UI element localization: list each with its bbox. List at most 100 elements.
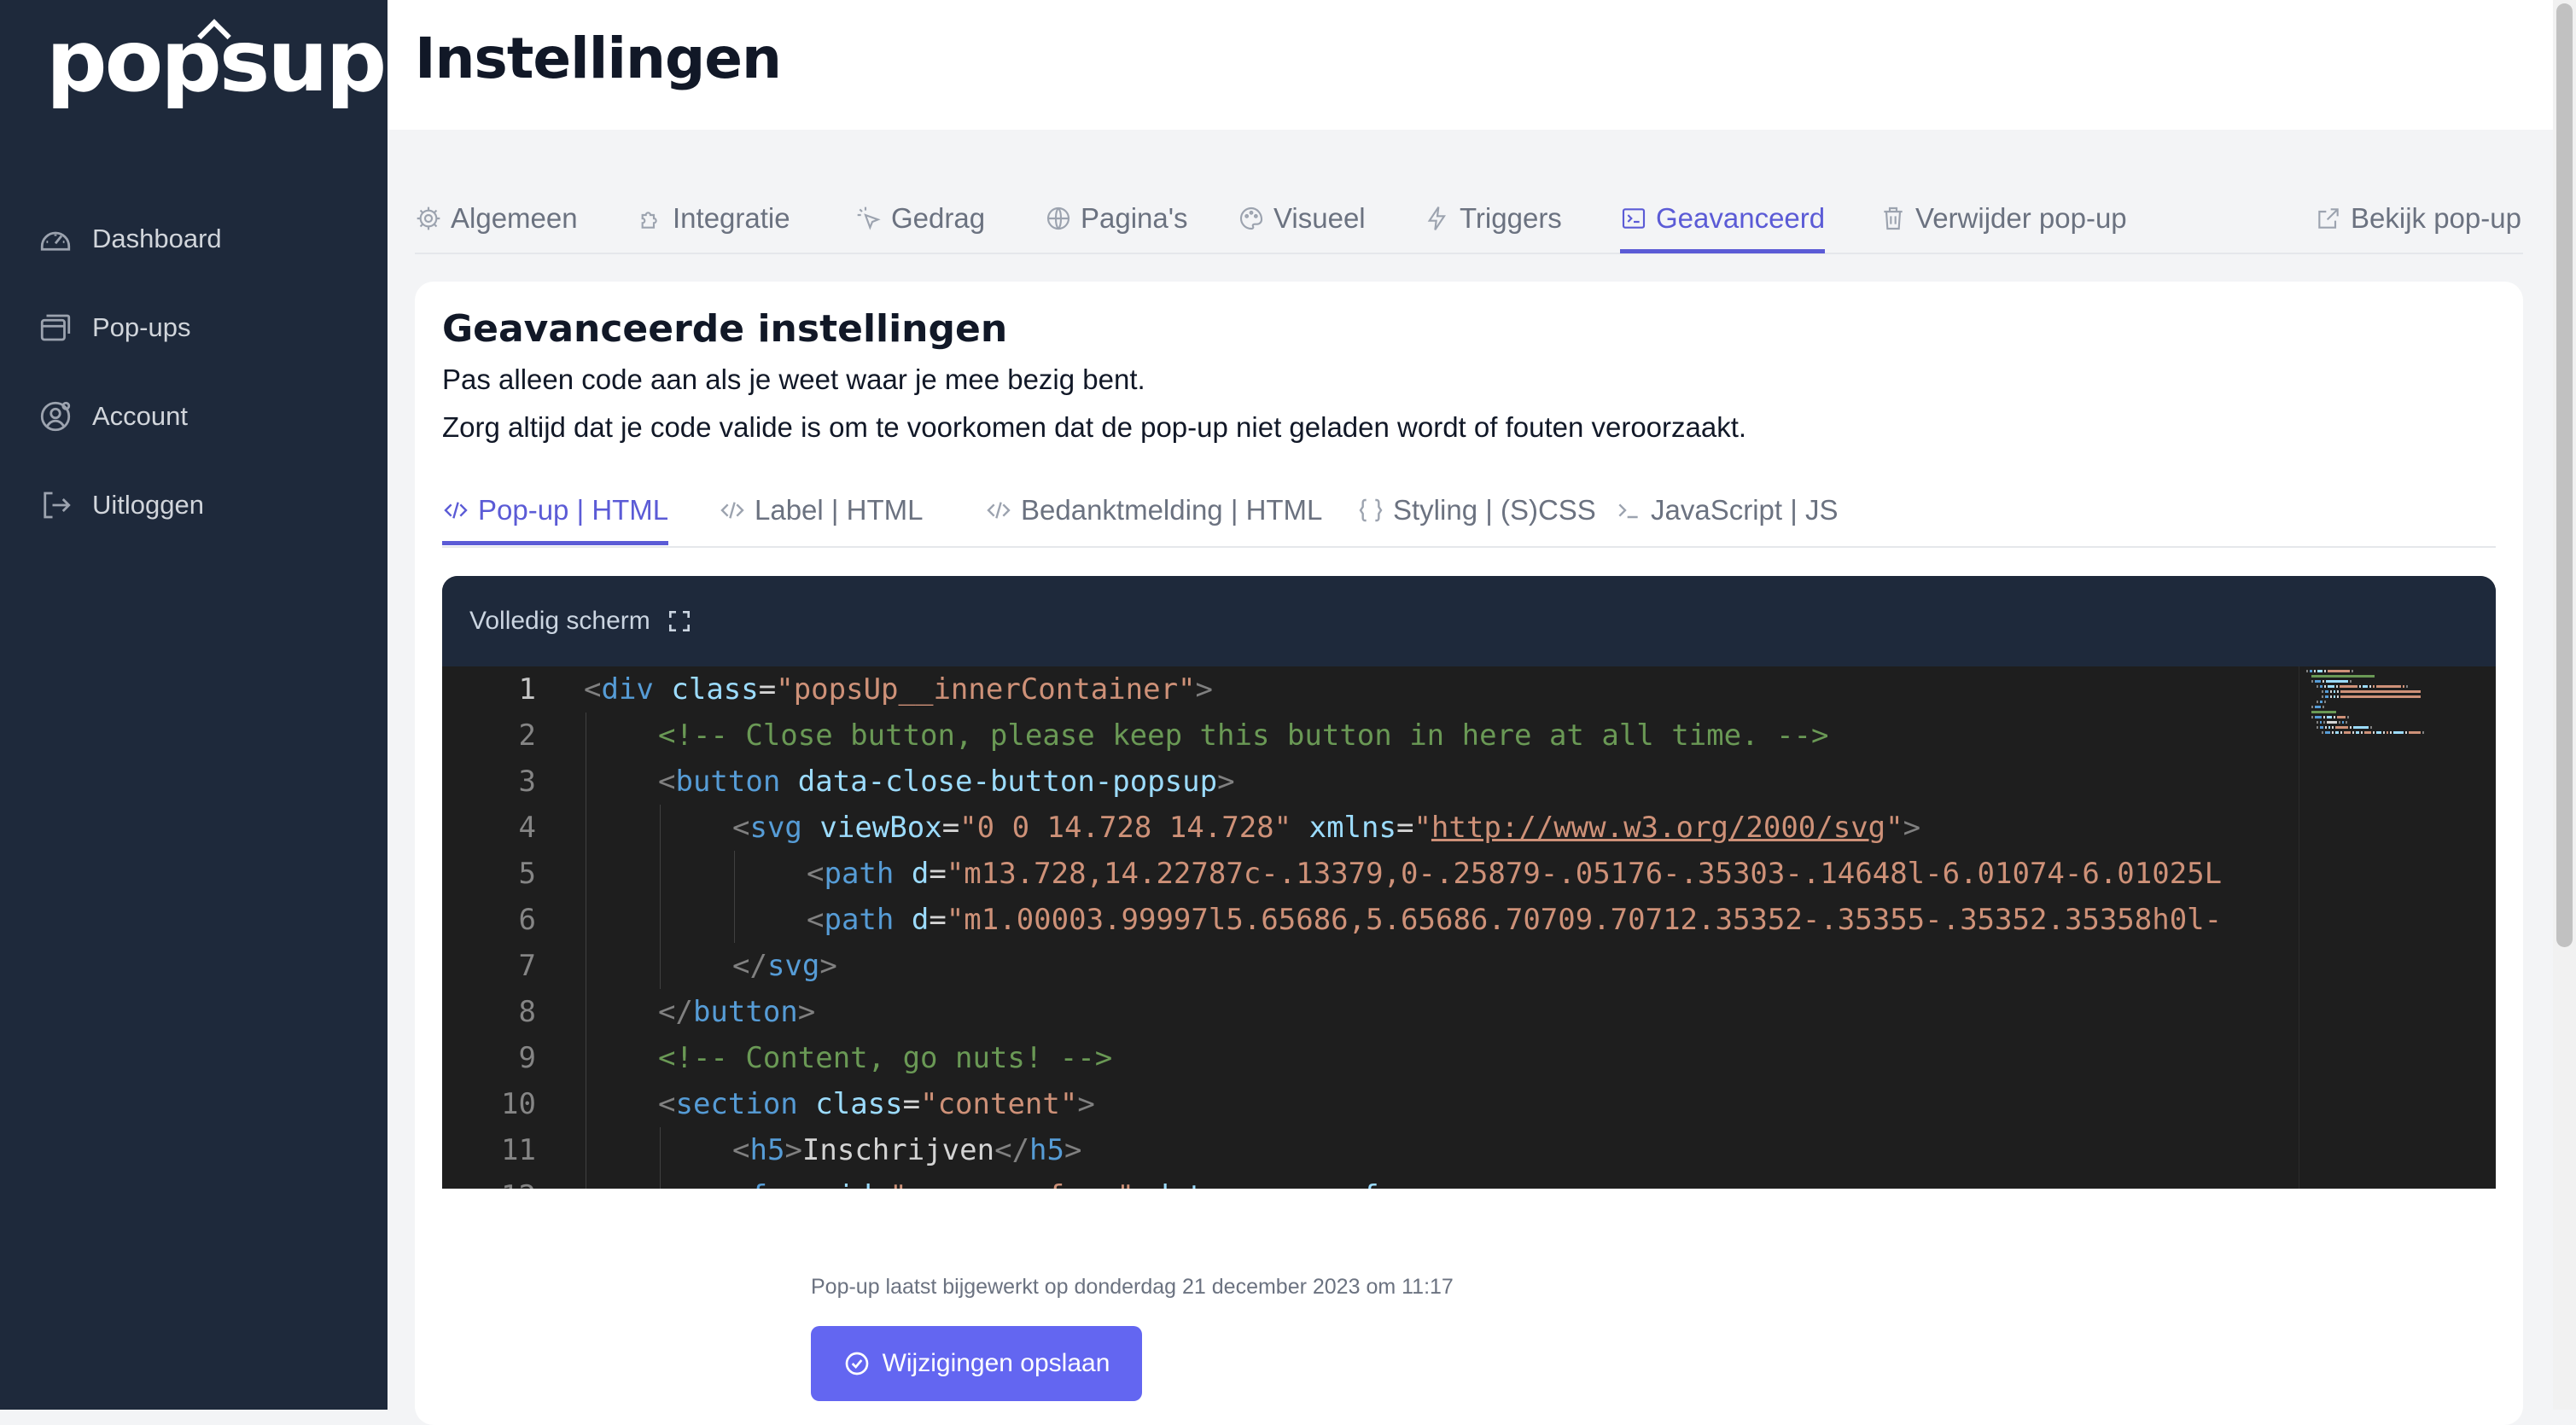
minimap-stroke [2332, 726, 2334, 729]
view-popup-link[interactable]: Bekijk pop-up [2315, 188, 2521, 249]
sidebar-item-account[interactable]: Account [0, 372, 388, 461]
indent-guide [660, 805, 661, 851]
minimap-stroke [2364, 731, 2371, 734]
code-token: > [1064, 1133, 1082, 1167]
minimap-stroke [2320, 726, 2323, 729]
last-updated-text: Pop-up laatst bijgewerkt op donderdag 21… [811, 1275, 1454, 1299]
minimap-stroke [2332, 731, 2334, 734]
minimap-stroke [2325, 731, 2330, 734]
code-line[interactable]: 1 <div class="popsUp__innerContainer"> [442, 666, 2496, 712]
code-token: d [911, 903, 930, 937]
code-area[interactable]: 1 <div class="popsUp__innerContainer"> 2 <!… [442, 666, 2496, 1189]
sidebar: popsup Dashboard Pop-ups Account Uitlogg… [0, 0, 388, 1410]
minimap-stroke [2383, 731, 2385, 734]
tab-label: Bekijk pop-up [2351, 202, 2521, 234]
tab-label: Integratie [673, 202, 790, 234]
scrollbar-thumb[interactable] [2556, 3, 2573, 947]
indent-guide [660, 1173, 661, 1189]
card-description-2: Zorg altijd dat je code valide is om te … [442, 411, 1747, 443]
minimap-stroke [2330, 695, 2332, 698]
code-token: < [732, 1179, 749, 1189]
sidebar-item-dashboard[interactable]: Dashboard [0, 195, 388, 283]
code-token: < [732, 1133, 750, 1167]
minimap-stroke [2342, 721, 2344, 724]
code-icon [720, 502, 744, 519]
minimap-stroke [2322, 706, 2324, 708]
code-text: <!-- Close button, please keep this butt… [658, 712, 1828, 759]
indent-guide [734, 897, 735, 943]
subtab-popup-html[interactable]: Pop-up | HTML [442, 480, 669, 545]
code-line[interactable]: 6 <path d="m1.00003.99997l5.65686,5.65686… [442, 897, 2496, 943]
code-line[interactable]: 9 <!-- Content, go nuts! --> [442, 1035, 2496, 1081]
minimap-stroke [2350, 726, 2352, 729]
subtab-javascript[interactable]: JavaScript | JS [1615, 480, 1838, 541]
tab-paginas[interactable]: Pagina's [1045, 188, 1188, 249]
code-line[interactable]: 2 <!-- Close button, please keep this but… [442, 712, 2496, 759]
code-token: > [819, 949, 837, 983]
code-token: > [1217, 765, 1235, 799]
save-changes-button[interactable]: Wijzigingen opslaan [811, 1326, 1142, 1401]
code-token: < [732, 811, 750, 845]
minimap-stroke [2346, 721, 2347, 724]
fullscreen-icon[interactable] [666, 608, 693, 635]
code-token: h5 [749, 1133, 785, 1167]
code-line[interactable]: 3 <button data-close-button-popsup> [442, 759, 2496, 805]
code-token: button [692, 995, 798, 1029]
header: Instellingen [388, 0, 2553, 130]
code-line[interactable]: 5 <path d="m13.728,14.22787c-.13379,0-.25… [442, 851, 2496, 897]
editor-minimap[interactable] [2299, 666, 2496, 1189]
code-token: class [815, 1087, 903, 1121]
minimap-stroke [2310, 670, 2312, 672]
minimap-stroke [2353, 726, 2369, 729]
sidebar-item-popups[interactable]: Pop-ups [0, 283, 388, 372]
tab-triggers[interactable]: Triggers [1424, 188, 1562, 249]
minimap-stroke [2350, 680, 2352, 683]
minimap-stroke [2334, 695, 2335, 698]
minimap-stroke [2330, 690, 2332, 693]
minimap-stroke [2320, 721, 2322, 724]
tab-algemeen[interactable]: Algemeen [415, 188, 578, 249]
code-token: http://www.w3.org/2000/svg [1431, 811, 1886, 845]
code-token: > [1077, 1087, 1095, 1121]
code-token: "popsUp__innerContainer" [776, 672, 1196, 707]
code-line[interactable]: 10 <section class="content"> [442, 1081, 2496, 1127]
code-token: " [1885, 811, 1903, 845]
tab-visueel[interactable]: Visueel [1238, 188, 1366, 249]
tab-label: Verwijder pop-up [1915, 202, 2127, 234]
palette-icon [1239, 206, 1263, 230]
subtab-label-html[interactable]: Label | HTML [719, 480, 923, 541]
minimap-stroke [2356, 731, 2359, 734]
tab-integratie[interactable]: Integratie [637, 188, 790, 249]
minimap-stroke [2325, 726, 2327, 729]
tab-gedrag[interactable]: Gedrag [855, 188, 985, 249]
fullscreen-label[interactable]: Volledig scherm [469, 607, 650, 636]
minimap-stroke [2406, 685, 2408, 688]
minimap-stroke [2376, 731, 2381, 734]
line-number: 3 [518, 765, 536, 799]
sidebar-item-logout[interactable]: Uitloggen [0, 461, 388, 550]
code-line[interactable]: 7 </svg> [442, 943, 2496, 989]
line-number: 1 [518, 672, 536, 707]
minimap-stroke [2376, 685, 2401, 688]
tab-geavanceerd[interactable]: Geavanceerd [1620, 188, 1826, 253]
terminal-icon [1618, 503, 1638, 519]
line-number: 11 [501, 1133, 536, 1167]
page-scrollbar[interactable] [2553, 0, 2576, 1410]
tab-verwijder[interactable]: Verwijder pop-up [1880, 188, 2127, 249]
code-line[interactable]: 12 <form id="popsup__form" data-popsup-fo… [442, 1173, 2496, 1189]
code-text: <h5>Inschrijven</h5> [732, 1127, 1081, 1173]
code-editor[interactable]: Volledig scherm 1 <div class="popsUp__inn… [442, 576, 2496, 1189]
minimap-stroke [2340, 695, 2421, 698]
minimap-stroke [2311, 675, 2375, 678]
subtab-thanks-html[interactable]: Bedanktmelding | HTML [985, 480, 1322, 541]
code-token: class [671, 672, 759, 707]
code-token: <!-- Content, go nuts! --> [658, 1041, 1113, 1075]
code-text: <div class="popsUp__innerContainer"> [584, 666, 1213, 712]
code-line[interactable]: 4 <svg viewBox="0 0 14.728 14.728" xmlns=… [442, 805, 2496, 851]
minimap-stroke [2311, 706, 2313, 708]
subtab-label: Label | HTML [755, 494, 924, 526]
card-title: Geavanceerde instellingen [442, 307, 1008, 351]
code-line[interactable]: 11 <h5>Inschrijven</h5> [442, 1127, 2496, 1173]
subtab-styling-css[interactable]: Styling | (S)CSS [1357, 480, 1596, 541]
code-line[interactable]: 8 </button> [442, 989, 2496, 1035]
